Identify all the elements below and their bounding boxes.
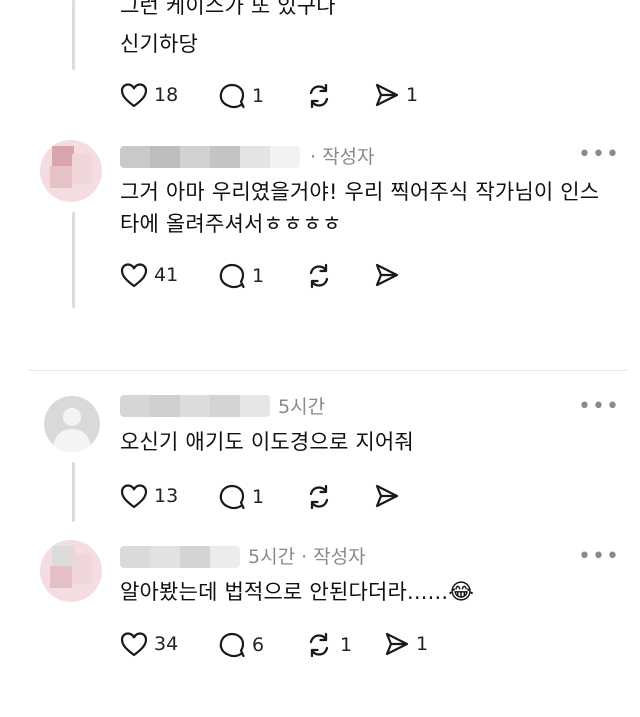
avatar[interactable] [40,540,102,602]
reply-button[interactable]: 1 [218,262,264,290]
username[interactable] [120,395,270,417]
like-button[interactable]: 34 [120,631,178,657]
comment-text-line: 오신기 애기도 이도경으로 지어줘 [120,430,414,454]
emoji: 😂 [448,580,475,605]
reply-button[interactable]: 1 [218,82,264,110]
comment-meta: · 작성자 [310,146,375,168]
comment-actions: 41 1 [120,262,440,292]
divider [28,370,628,371]
reply-count: 6 [252,634,265,656]
share-count: 1 [416,633,429,655]
share-icon [385,632,409,656]
like-button[interactable]: 13 [120,483,178,509]
heart-icon [120,632,148,657]
comment-actions: 13 1 [120,483,440,513]
username[interactable] [120,546,240,568]
share-count: 1 [406,84,419,106]
share-button[interactable]: 1 [374,82,418,108]
repost-icon [309,263,329,289]
more-options-button[interactable]: ••• [578,144,620,166]
comment-icon [219,263,245,289]
share-button[interactable]: 1 [384,631,428,657]
share-button[interactable] [374,483,400,509]
repost-icon [309,83,329,109]
like-count: 13 [154,485,179,507]
heart-icon [120,484,148,509]
like-count: 34 [154,633,179,655]
thread-line [72,0,75,70]
like-count: 41 [154,264,179,286]
like-button[interactable]: 18 [120,82,178,108]
repost-button[interactable] [304,262,334,290]
comment-text-line: 신기하당 [120,32,199,56]
repost-button[interactable] [304,483,334,511]
repost-icon [309,632,329,658]
username[interactable] [120,146,300,168]
comment-text-line: 그거 아마 우리였을거야! 우리 찍어주식 작가님이 인스 [120,180,600,204]
share-icon [375,484,399,508]
comment-icon [219,632,245,658]
thread-line [72,462,75,522]
more-options-button[interactable]: ••• [578,546,620,568]
reply-count: 1 [252,265,265,287]
comment-meta: 5시간 [278,396,326,418]
repost-icon [309,484,329,510]
comment-text-line: 타에 올려주셔서ㅎㅎㅎㅎ [120,212,342,236]
share-icon [375,83,399,107]
repost-button[interactable]: 1 [304,631,352,659]
share-icon [375,263,399,287]
thread-line [72,212,75,308]
avatar[interactable] [44,396,100,452]
like-count: 18 [154,84,179,106]
reply-count: 1 [252,85,265,107]
comment-text-line: 그런 케이스가 또 있구나 [120,0,336,18]
reply-button[interactable]: 6 [218,631,264,659]
comment-actions: 34 6 1 1 [120,631,450,661]
reply-button[interactable]: 1 [218,483,264,511]
comment-actions: 18 1 1 [120,82,440,112]
comment-text-line: 알아봤는데 법적으로 안된다더라......😂 [120,576,474,609]
repost-count: 1 [340,634,353,656]
share-button[interactable] [374,262,400,288]
heart-icon [120,263,148,288]
reply-count: 1 [252,486,265,508]
repost-button[interactable] [304,82,334,110]
more-options-button[interactable]: ••• [578,396,620,418]
comment-meta: 5시간 · 작성자 [248,546,366,568]
comment-text: 알아봤는데 법적으로 안된다더라...... [120,580,449,604]
comment-icon [219,484,245,510]
heart-icon [120,83,148,108]
like-button[interactable]: 41 [120,262,178,288]
avatar[interactable] [40,140,102,202]
comment-icon [219,83,245,109]
